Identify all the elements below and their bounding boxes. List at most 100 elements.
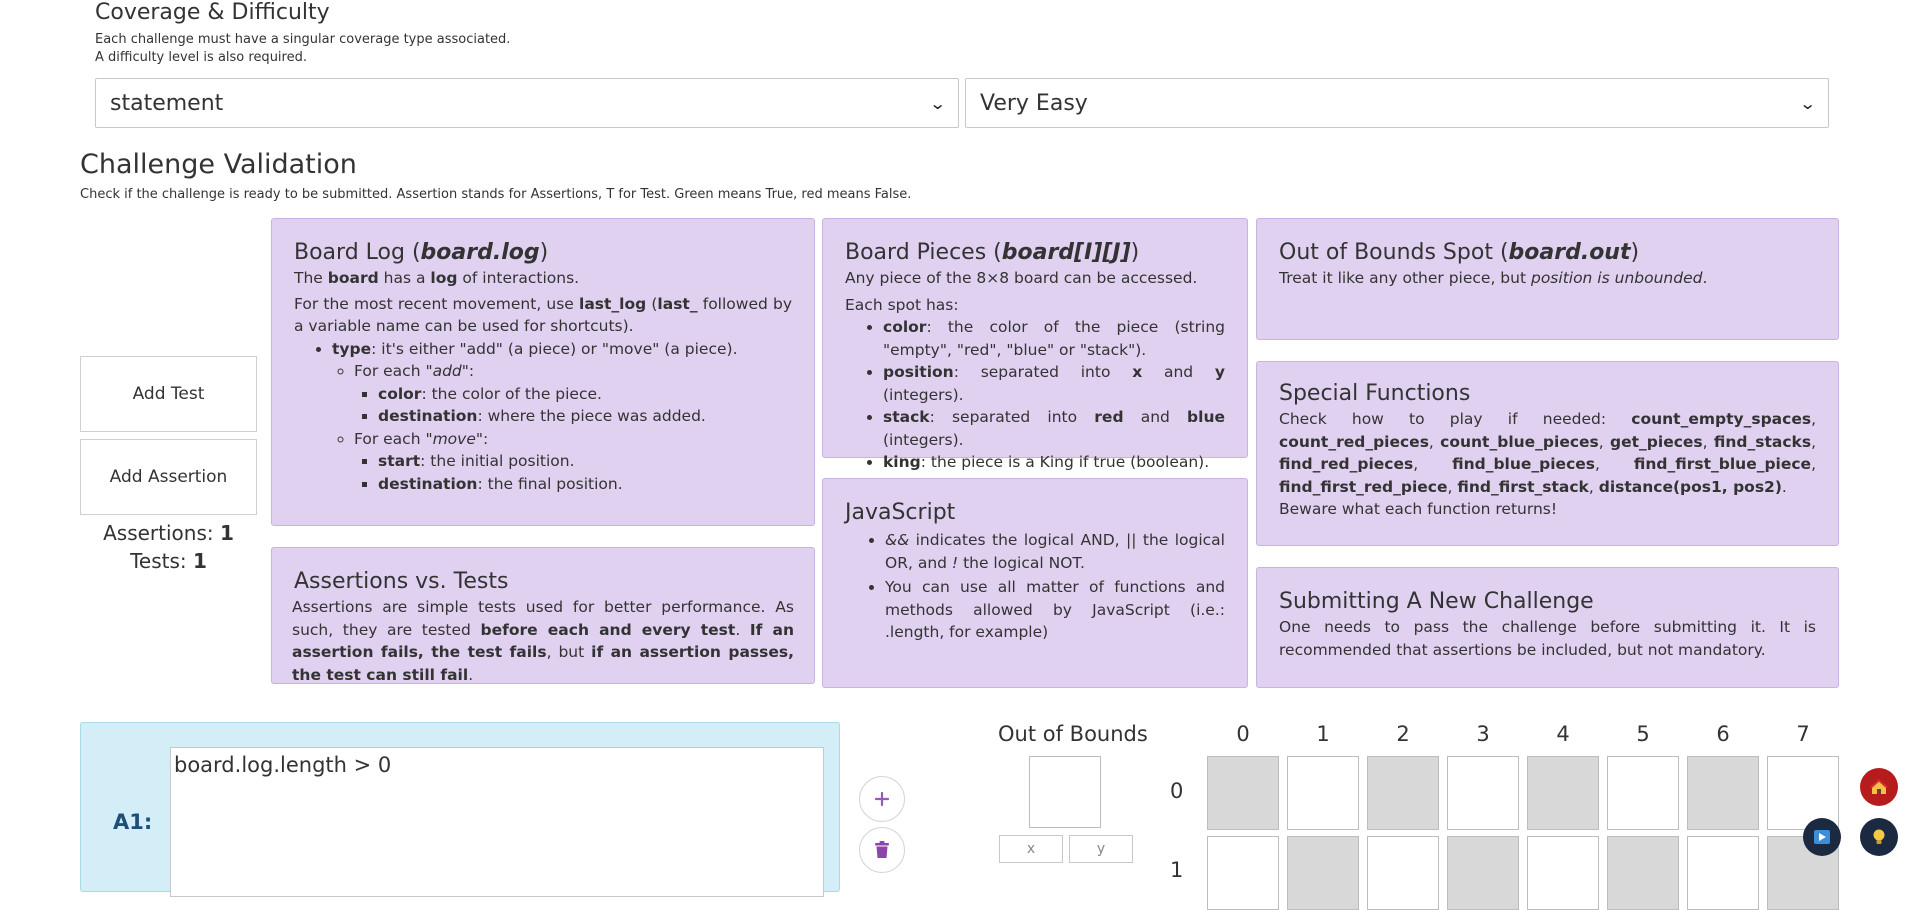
difficulty-select[interactable]: Very Easy ⌄ <box>965 78 1829 128</box>
submitting-title: Submitting A New Challenge <box>1279 589 1594 614</box>
home-button[interactable] <box>1860 768 1898 806</box>
list-item: start: the initial position. <box>378 450 792 473</box>
out-of-bounds-label: Out of Bounds <box>998 722 1148 746</box>
assertions-vs-tests-title: Assertions vs. Tests <box>294 569 509 594</box>
board-log-sublist: For each "add": color: the color of the … <box>332 360 792 495</box>
assertions-count: Assertions: 1 <box>80 521 257 545</box>
row-label: 0 <box>1170 779 1184 803</box>
difficulty-select-value: Very Easy <box>980 90 1088 116</box>
board-pieces-line1: Any piece of the 8×8 board can be access… <box>845 269 1198 287</box>
board-log-panel: Board Log (board.log) The board has a lo… <box>271 218 815 526</box>
list-item: king: the piece is a King if true (boole… <box>883 451 1225 474</box>
coverage-select[interactable]: statement ⌄ <box>95 78 959 128</box>
special-functions-note: Beware what each function returns! <box>1279 500 1558 518</box>
special-functions-title: Special Functions <box>1279 381 1471 406</box>
assertion-code-input[interactable]: board.log.length > 0 <box>170 747 824 897</box>
coverage-title: Coverage & Difficulty <box>95 0 330 25</box>
board-log-line2: For the most recent movement, use last_l… <box>294 294 792 336</box>
list-item: You can use all matter of functions and … <box>885 576 1225 644</box>
column-label: 7 <box>1796 722 1810 746</box>
list-item: position: separated into x and y (intege… <box>883 361 1225 406</box>
out-of-bounds-panel: Out of Bounds Spot (board.out) Treat it … <box>1256 218 1839 340</box>
special-functions-list: Check how to play if needed: count_empty… <box>1279 410 1817 496</box>
board-cell[interactable] <box>1527 836 1599 910</box>
board-cell[interactable] <box>1287 756 1359 830</box>
board-cell[interactable] <box>1527 756 1599 830</box>
list-item: && indicates the logical AND, || the log… <box>885 529 1225 574</box>
hint-button[interactable] <box>1860 818 1898 856</box>
column-label: 6 <box>1716 722 1730 746</box>
add-sublist: color: the color of the piece. destinati… <box>354 383 792 428</box>
board-cell[interactable] <box>1607 836 1679 910</box>
board-cell[interactable] <box>1207 836 1279 910</box>
coverage-select-value: statement <box>110 90 224 116</box>
oob-x-input[interactable]: x <box>999 835 1063 863</box>
board-cell[interactable] <box>1207 756 1279 830</box>
board-pieces-panel: Board Pieces (board[I][J]) Any piece of … <box>822 218 1248 471</box>
assertions-count-label: Assertions: <box>103 521 214 545</box>
assertions-count-value: 1 <box>219 521 234 545</box>
javascript-panel: JavaScript && indicates the logical AND,… <box>822 478 1248 688</box>
add-assertion-button[interactable]: Add Assertion <box>80 439 257 515</box>
coverage-desc-line1: Each challenge must have a singular cove… <box>95 32 511 47</box>
column-label: 4 <box>1556 722 1570 746</box>
column-label: 1 <box>1316 722 1330 746</box>
list-item: color: the color of the piece (string "e… <box>883 316 1225 361</box>
board-cell[interactable] <box>1367 836 1439 910</box>
board-log-line1: The board has a log of interactions. <box>294 269 580 287</box>
list-item: destination: where the piece was added. <box>378 405 792 428</box>
list-item: For each "move": start: the initial posi… <box>354 428 792 496</box>
assertions-vs-tests-panel: Assertions vs. Tests Assertions are simp… <box>271 547 815 684</box>
board-cell[interactable] <box>1287 836 1359 910</box>
tests-count-label: Tests: <box>130 549 187 573</box>
coverage-desc-line2: A difficulty level is also required. <box>95 50 307 65</box>
board-pieces-line2: Each spot has: <box>845 295 959 314</box>
column-label: 0 <box>1236 722 1250 746</box>
send-icon <box>1814 830 1830 844</box>
column-label: 3 <box>1476 722 1490 746</box>
lightbulb-icon <box>1873 829 1885 844</box>
board-cell[interactable] <box>1687 836 1759 910</box>
list-item: destination: the final position. <box>378 473 792 496</box>
out-of-bounds-cell[interactable] <box>1029 756 1101 828</box>
special-functions-panel: Special Functions Check how to play if n… <box>1256 361 1839 546</box>
column-label: 2 <box>1396 722 1410 746</box>
out-of-bounds-title: Out of Bounds Spot (board.out) <box>1279 240 1640 265</box>
home-icon <box>1870 779 1888 794</box>
tests-count: Tests: 1 <box>80 549 257 573</box>
list-item: color: the color of the piece. <box>378 383 792 406</box>
board-pieces-title: Board Pieces (board[I][J]) <box>845 240 1140 265</box>
board-cell[interactable] <box>1447 756 1519 830</box>
add-button[interactable] <box>859 776 905 822</box>
tests-count-value: 1 <box>192 549 207 573</box>
submitting-text: One needs to pass the challenge before s… <box>1279 618 1816 659</box>
board-pieces-list: color: the color of the piece (string "e… <box>845 316 1225 474</box>
javascript-title: JavaScript <box>845 500 956 525</box>
javascript-list: && indicates the logical AND, || the log… <box>845 529 1225 644</box>
delete-button[interactable] <box>859 827 905 873</box>
submitting-panel: Submitting A New Challenge One needs to … <box>1256 567 1839 688</box>
plus-icon <box>874 791 890 807</box>
trash-icon <box>875 841 889 858</box>
validation-description: Check if the challenge is ready to be su… <box>80 187 912 202</box>
validation-title: Challenge Validation <box>80 149 357 180</box>
oob-y-input[interactable]: y <box>1069 835 1133 863</box>
coverage-description: Each challenge must have a singular cove… <box>95 31 510 67</box>
list-item: stack: separated into red and blue (inte… <box>883 406 1225 451</box>
assertion-label: A1: <box>113 810 153 834</box>
column-label: 5 <box>1636 722 1650 746</box>
board-cell[interactable] <box>1447 836 1519 910</box>
add-test-button[interactable]: Add Test <box>80 356 257 432</box>
send-button[interactable] <box>1803 818 1841 856</box>
move-sublist: start: the initial position. destination… <box>354 450 792 495</box>
board-log-list: type: it's either "add" (a piece) or "mo… <box>294 338 792 496</box>
list-item: For each "add": color: the color of the … <box>354 360 792 428</box>
board-cell[interactable] <box>1607 756 1679 830</box>
assertions-vs-tests-text: Assertions are simple tests used for bet… <box>292 598 794 684</box>
board-log-title: Board Log (board.log) <box>294 240 549 265</box>
list-item: type: it's either "add" (a piece) or "mo… <box>332 338 792 496</box>
board-cell[interactable] <box>1367 756 1439 830</box>
row-label: 1 <box>1170 858 1184 882</box>
board-cell[interactable] <box>1687 756 1759 830</box>
chevron-down-icon: ⌄ <box>928 93 947 113</box>
